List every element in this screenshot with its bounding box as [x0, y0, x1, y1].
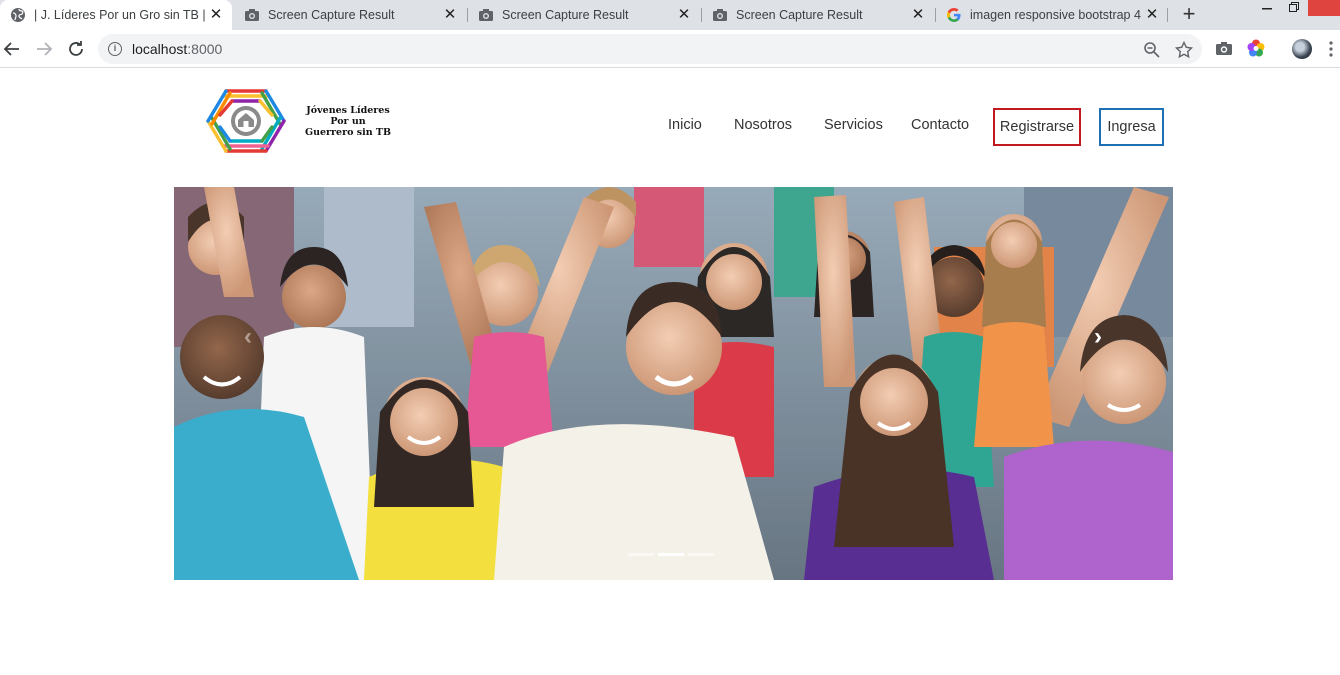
tab-title: Screen Capture Result: [268, 8, 395, 22]
carousel-prev-icon[interactable]: ‹: [236, 323, 260, 351]
carousel-indicator[interactable]: [628, 553, 654, 556]
close-tab-icon[interactable]: ✕: [208, 7, 224, 23]
login-button[interactable]: Ingresa: [1099, 108, 1164, 146]
carousel-indicator[interactable]: [688, 553, 714, 556]
logo-text: Jóvenes Líderes Por un Guerrero sin TB: [300, 105, 396, 138]
nav-link-servicios[interactable]: Servicios: [824, 117, 883, 133]
tab-title: Screen Capture Result: [736, 8, 863, 22]
camera-extension-icon[interactable]: [1214, 38, 1234, 58]
reload-icon[interactable]: [64, 37, 88, 61]
nav-link-inicio[interactable]: Inicio: [668, 117, 702, 133]
camera-icon: [712, 7, 728, 23]
browser-tab-capture-3[interactable]: Screen Capture Result ✕: [702, 0, 934, 30]
google-icon: [946, 7, 962, 23]
tab-separator: [1167, 8, 1168, 22]
minimize-icon[interactable]: [1252, 0, 1282, 30]
nav-link-contacto[interactable]: Contacto: [911, 117, 969, 133]
logo-line-1: Jóvenes Líderes: [306, 105, 390, 116]
info-icon[interactable]: i: [108, 42, 122, 56]
hero-image-crowd: [174, 187, 1173, 580]
tab-title: Screen Capture Result: [502, 8, 629, 22]
register-button[interactable]: Registrarse: [993, 108, 1081, 146]
new-tab-button[interactable]: +: [1178, 3, 1200, 25]
tab-title: | J. Líderes Por un Gro sin TB |: [34, 8, 206, 22]
menu-dots-icon[interactable]: [1326, 39, 1336, 59]
browser-tab-strip: | J. Líderes Por un Gro sin TB | ✕ Scree…: [0, 0, 1340, 30]
logo-line-2: Por un: [330, 116, 366, 127]
site-logo[interactable]: [206, 85, 290, 157]
browser-tab-capture-1[interactable]: Screen Capture Result ✕: [234, 0, 466, 30]
tab-title: imagen responsive bootstrap 4: [970, 8, 1141, 22]
forward-arrow-icon[interactable]: [32, 37, 56, 61]
browser-tab-capture-2[interactable]: Screen Capture Result ✕: [468, 0, 700, 30]
nav-link-nosotros[interactable]: Nosotros: [734, 117, 792, 133]
color-picker-extension-icon[interactable]: [1246, 38, 1266, 58]
close-tab-icon[interactable]: ✕: [676, 7, 692, 23]
address-bar[interactable]: i localhost:8000: [98, 34, 1202, 64]
close-tab-icon[interactable]: ✕: [1144, 7, 1160, 23]
camera-icon: [478, 7, 494, 23]
window-close-button[interactable]: [1308, 0, 1340, 16]
restore-icon[interactable]: [1279, 0, 1309, 30]
url-host: localhost: [132, 41, 188, 57]
carousel-next-icon[interactable]: ›: [1086, 323, 1110, 351]
hero-carousel[interactable]: ‹ ›: [174, 187, 1173, 580]
logo-line-3: Guerrero sin TB: [304, 127, 392, 138]
globe-icon: [10, 7, 26, 23]
browser-tab-google[interactable]: imagen responsive bootstrap 4 ✕: [936, 0, 1168, 30]
back-arrow-icon[interactable]: [0, 37, 24, 61]
camera-icon: [244, 7, 260, 23]
address-url[interactable]: localhost:8000: [132, 41, 222, 57]
profile-avatar[interactable]: [1292, 39, 1312, 59]
carousel-indicators: [628, 553, 714, 556]
page-content: Jóvenes Líderes Por un Guerrero sin TB I…: [0, 69, 1340, 675]
close-tab-icon[interactable]: ✕: [910, 7, 926, 23]
url-port: :8000: [187, 41, 223, 57]
close-tab-icon[interactable]: ✕: [442, 7, 458, 23]
carousel-indicator[interactable]: [658, 553, 684, 556]
browser-tab-site[interactable]: | J. Líderes Por un Gro sin TB | ✕: [0, 0, 232, 30]
browser-toolbar: i localhost:8000: [0, 30, 1340, 68]
zoom-icon[interactable]: [1142, 40, 1162, 60]
bookmark-star-icon[interactable]: [1174, 40, 1194, 60]
